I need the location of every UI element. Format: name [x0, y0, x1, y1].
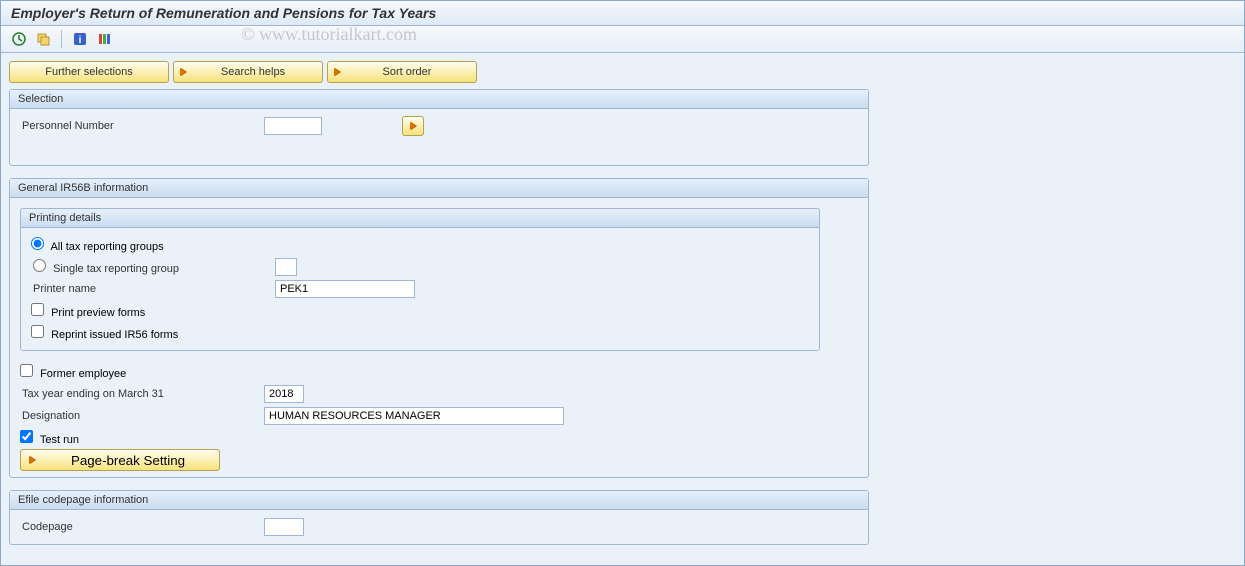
- printing-details-group: Printing details All tax reporting group…: [20, 208, 820, 351]
- checkbox-label: Test run: [40, 434, 79, 446]
- print-preview-checkbox[interactable]: Print preview forms: [31, 303, 145, 319]
- personnel-number-input[interactable]: [264, 117, 322, 135]
- button-label: Page-break Setting: [45, 453, 211, 468]
- designation-label: Designation: [20, 410, 258, 422]
- search-helps-button[interactable]: Search helps: [173, 61, 323, 83]
- radio-label: Single tax reporting group: [53, 263, 179, 275]
- color-legend-icon[interactable]: [94, 29, 114, 49]
- svg-text:i: i: [79, 35, 82, 46]
- efile-codepage-group: Efile codepage information Codepage: [9, 490, 869, 545]
- former-employee-checkbox[interactable]: Former employee: [20, 364, 126, 380]
- group-title: Selection: [10, 90, 868, 109]
- radio-label: All tax reporting groups: [50, 241, 163, 253]
- page-title: Employer's Return of Remuneration and Pe…: [1, 1, 1244, 26]
- group-title: Printing details: [21, 209, 819, 228]
- button-label: Further selections: [45, 66, 132, 78]
- checkbox-label: Reprint issued IR56 forms: [51, 329, 178, 341]
- single-tax-group-radio[interactable]: Single tax reporting group: [31, 259, 269, 275]
- arrow-right-icon: [410, 122, 416, 130]
- further-selections-button[interactable]: Further selections: [9, 61, 169, 83]
- checkbox-label: Print preview forms: [51, 307, 145, 319]
- checkbox-label: Former employee: [40, 368, 126, 380]
- info-icon[interactable]: i: [70, 29, 90, 49]
- group-title: Efile codepage information: [10, 491, 868, 510]
- get-variant-icon[interactable]: [33, 29, 53, 49]
- tax-year-label: Tax year ending on March 31: [20, 388, 258, 400]
- single-tax-group-input[interactable]: [275, 258, 297, 276]
- all-tax-groups-radio[interactable]: All tax reporting groups: [31, 237, 164, 253]
- printer-name-label: Printer name: [31, 283, 269, 295]
- arrow-right-icon: [29, 456, 35, 464]
- arrow-right-icon: [334, 68, 340, 76]
- codepage-input[interactable]: [264, 518, 304, 536]
- sort-order-button[interactable]: Sort order: [327, 61, 477, 83]
- watermark: © www.tutorialkart.com: [241, 24, 417, 45]
- selection-group: Selection Personnel Number: [9, 89, 869, 166]
- group-title: General IR56B information: [10, 179, 868, 198]
- test-run-checkbox[interactable]: Test run: [20, 430, 79, 446]
- button-label: Search helps: [192, 66, 314, 78]
- printer-name-input[interactable]: [275, 280, 415, 298]
- personnel-number-label: Personnel Number: [20, 120, 258, 132]
- arrow-right-icon: [180, 68, 186, 76]
- page-break-setting-button[interactable]: Page-break Setting: [20, 449, 220, 471]
- multiple-selection-button[interactable]: [402, 116, 424, 136]
- general-ir56b-group: General IR56B information Printing detai…: [9, 178, 869, 478]
- reprint-issued-checkbox[interactable]: Reprint issued IR56 forms: [31, 325, 178, 341]
- button-label: Sort order: [346, 66, 468, 78]
- execute-icon[interactable]: [9, 29, 29, 49]
- codepage-label: Codepage: [20, 521, 258, 533]
- separator: [61, 30, 62, 48]
- tax-year-input[interactable]: [264, 385, 304, 403]
- designation-input[interactable]: [264, 407, 564, 425]
- toolbar: i © www.tutorialkart.com: [1, 26, 1244, 53]
